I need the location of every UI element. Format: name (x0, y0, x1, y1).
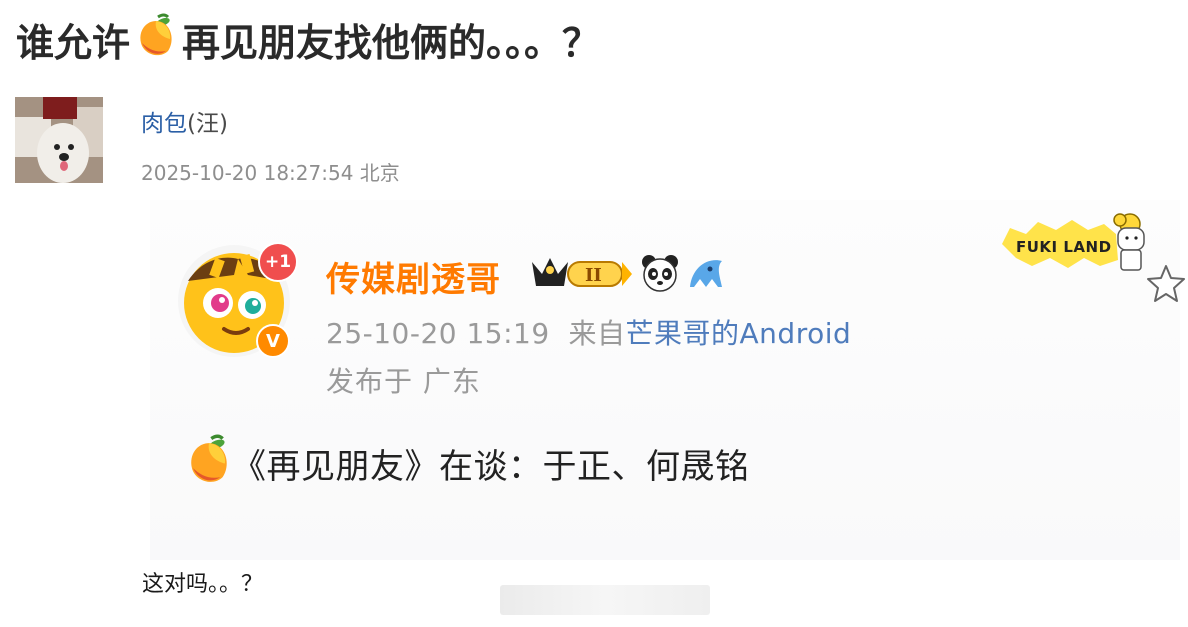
post-title: 谁允许 再见朋友找他俩的。。。？ (16, 13, 601, 73)
crown-level-icon: II (528, 252, 634, 298)
level-label: II (585, 265, 602, 286)
card-source-prefix: 来自 (568, 317, 626, 350)
blurred-watermark (500, 585, 710, 615)
star-icon (1145, 265, 1187, 307)
title-text-start: 谁允许 (16, 21, 131, 65)
title-text-end: 再见朋友找他俩的。。。？ (182, 21, 601, 65)
mango-icon (186, 434, 232, 493)
notification-badge: +1 (258, 242, 298, 282)
panda-icon (640, 253, 680, 297)
author-suffix: (汪) (187, 111, 228, 137)
card-source-link[interactable]: 芒果哥的Android (626, 317, 852, 350)
card-location: 发布于 广东 (326, 365, 481, 398)
shark-icon (686, 253, 726, 297)
card-content-text: 《再见朋友》在谈：于正、何晟铭 (232, 447, 750, 487)
card-time-source: 25-10-20 15:19 来自芒果哥的Android (326, 312, 851, 352)
favorite-star-button[interactable] (1145, 263, 1187, 303)
mango-icon (136, 13, 176, 73)
sticker-text: FUKI LAND (1016, 238, 1112, 256)
author-name-link[interactable]: 肉包(汪) (141, 104, 228, 138)
post-timestamp: 2025-10-20 18:27:54 北京 (141, 161, 400, 185)
card-author-name[interactable]: 传媒剧透哥 (326, 252, 501, 301)
card-badges: II (528, 252, 726, 298)
post-caption: 这对吗。。？ (142, 572, 264, 597)
author-name[interactable]: 肉包 (141, 111, 187, 137)
verified-badge: V (256, 324, 290, 358)
card-time: 25-10-20 15:19 (326, 317, 550, 350)
fuki-land-sticker: FUKI LAND (998, 210, 1150, 274)
avatar[interactable] (15, 97, 103, 183)
card-content: 《再见朋友》在谈：于正、何晟铭 (186, 434, 750, 493)
